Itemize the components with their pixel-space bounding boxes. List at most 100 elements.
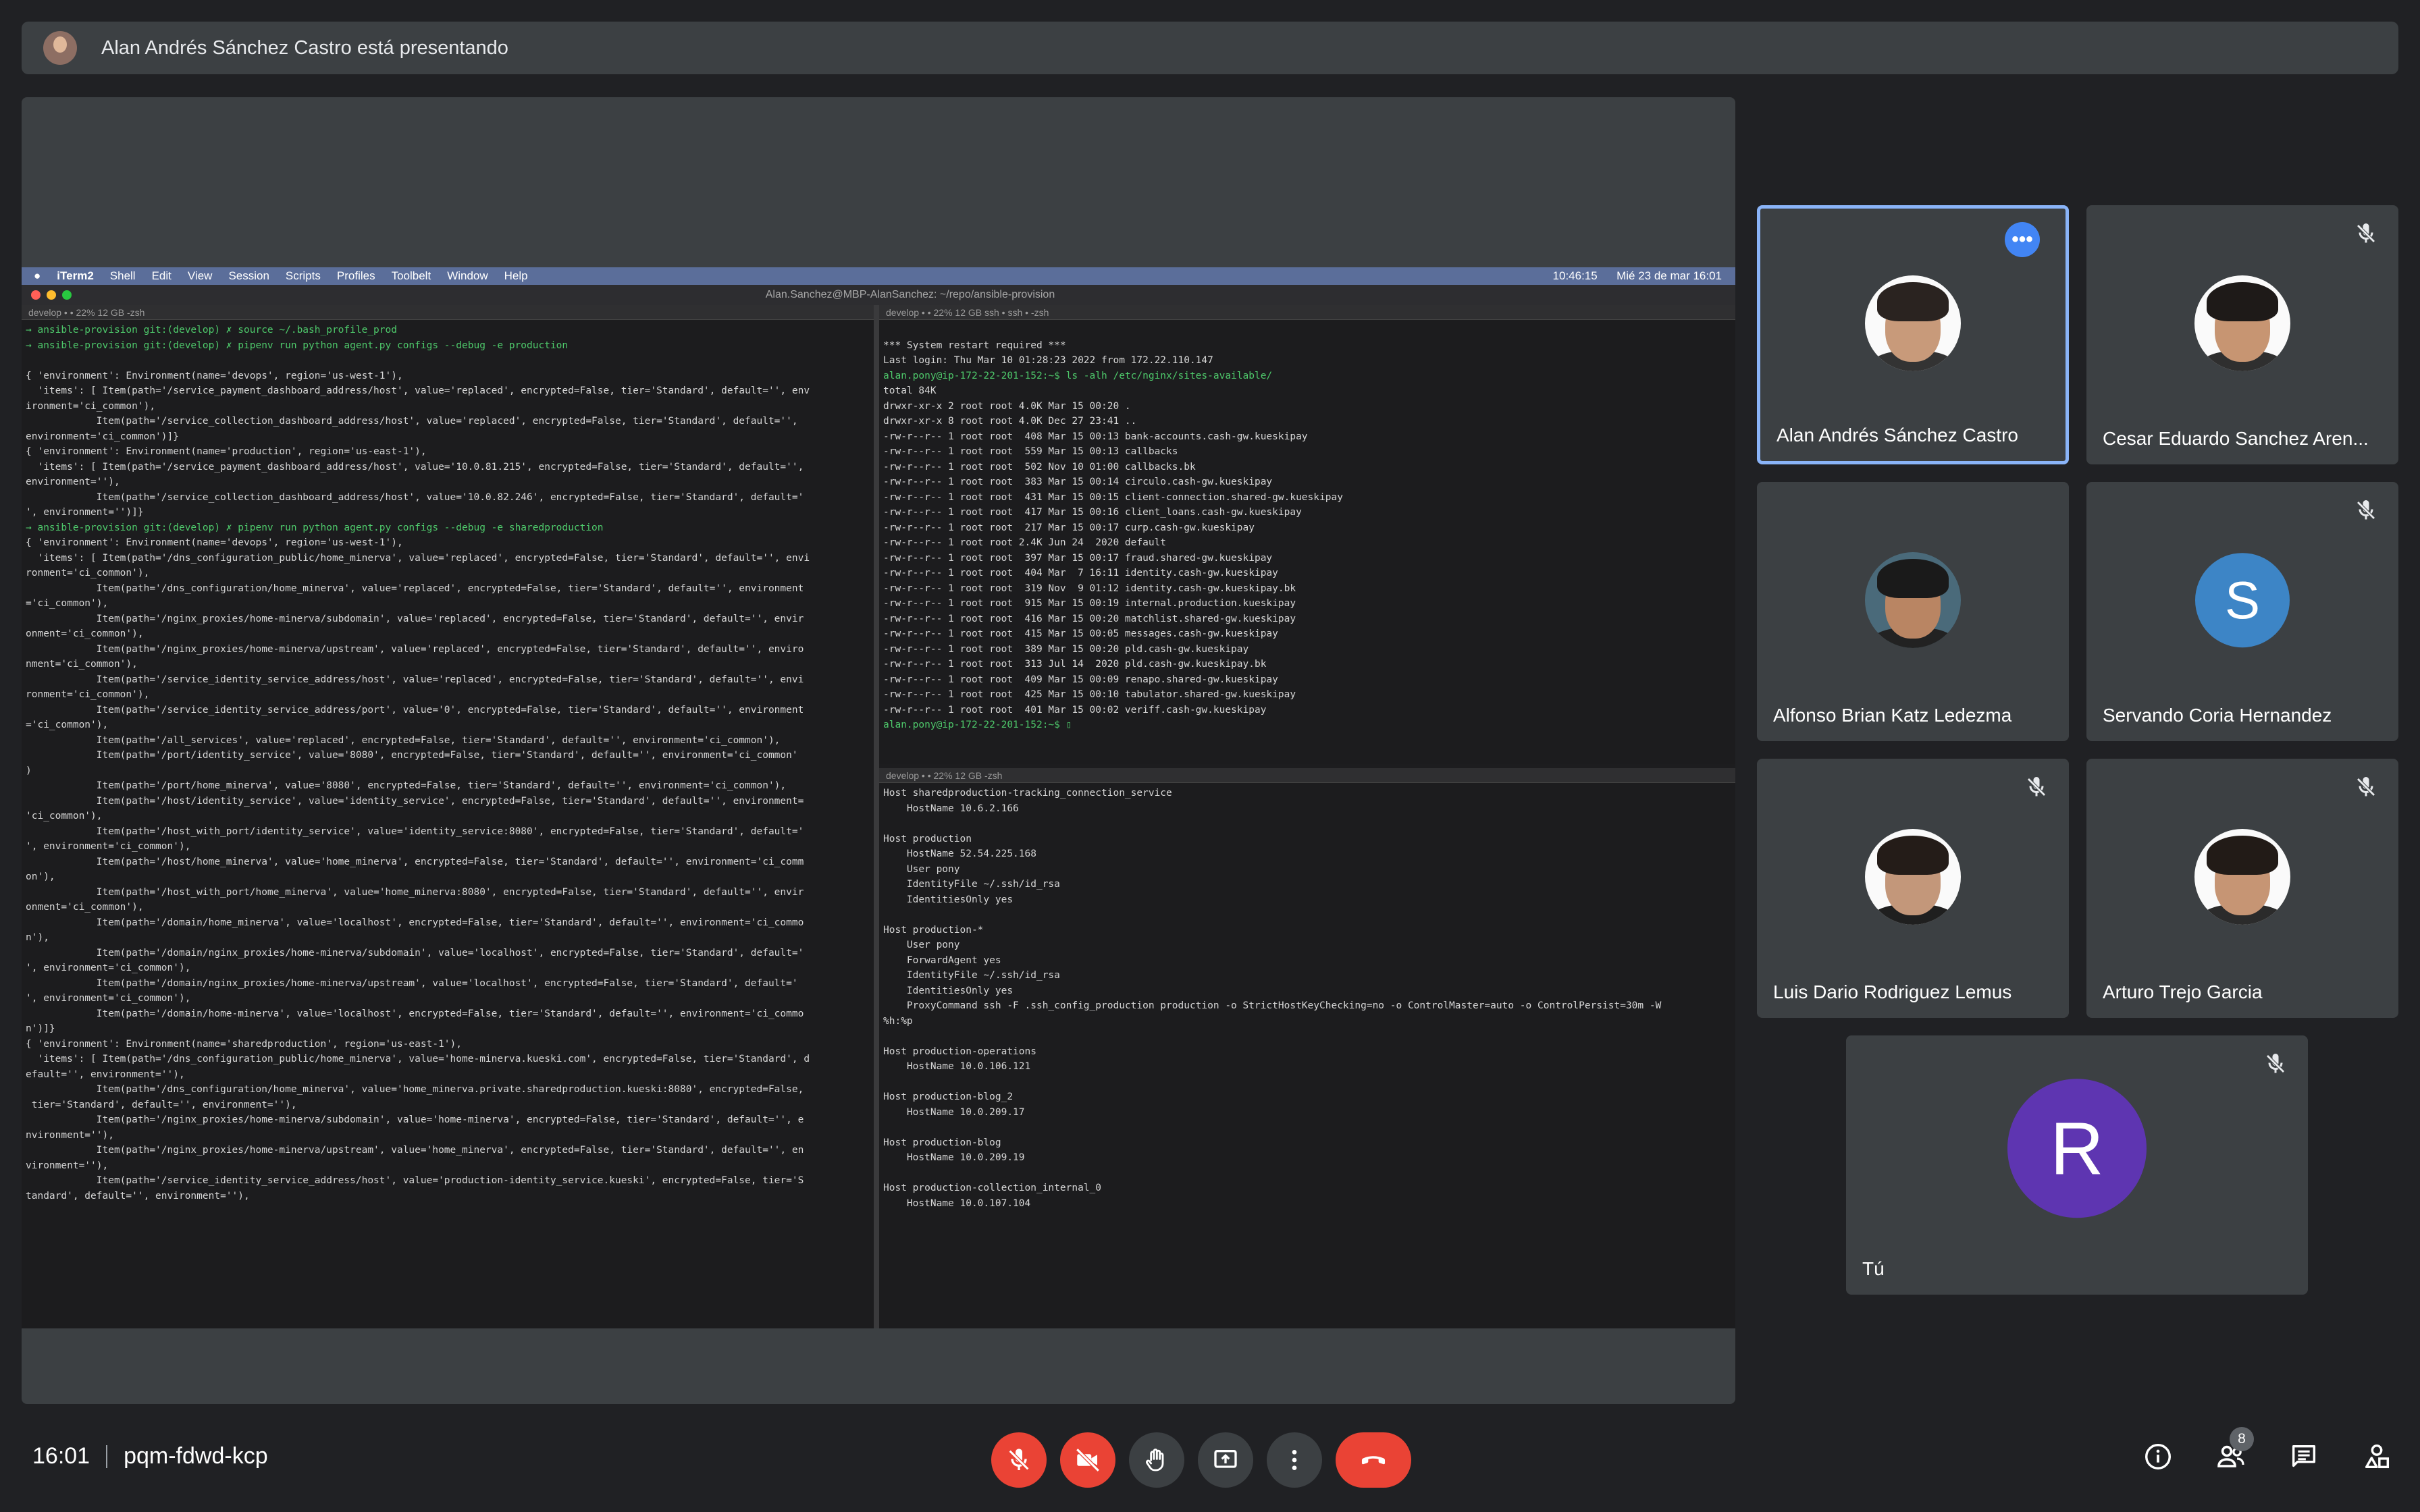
terminal-line: Item(path='/service_identity_service_add… (26, 704, 804, 716)
participant-tile[interactable]: S Servando Coria Hernandez (2086, 482, 2398, 741)
chat-button[interactable] (2285, 1438, 2323, 1476)
terminal-line: environment=''), (26, 477, 120, 487)
toggle-microphone-button[interactable] (991, 1432, 1047, 1488)
mic-off-icon (2357, 223, 2375, 243)
present-now-button[interactable] (1198, 1432, 1253, 1488)
terminal-line: ', environment='ci_common'), (26, 993, 191, 1004)
terminal-line: ', environment='')]} (26, 507, 144, 518)
terminal-line: Host production-* (883, 924, 984, 936)
window-controls (31, 290, 72, 300)
terminal-line: 'items': [ Item(path='/dns_configuration… (26, 1054, 810, 1064)
more-options-icon[interactable]: ••• (2005, 222, 2040, 257)
terminal-line: -rw-r--r-- 1 root root 217 Mar 15 00:17 … (883, 522, 1255, 533)
terminal-line: -rw-r--r-- 1 root root 431 Mar 15 00:15 … (883, 491, 1343, 503)
menu-bar-status: 10:46:15 Mié 23 de mar 16:01 (1553, 269, 1735, 283)
avatar-initial: R (2007, 1079, 2147, 1218)
menu-item: Session (228, 269, 269, 282)
right-bottom-pane-status: develop • • 22% 12 GB -zsh (879, 768, 1735, 783)
participant-tile[interactable]: Arturo Trejo Garcia (2086, 759, 2398, 1018)
terminal-line: -rw-r--r-- 1 root root 409 Mar 15 00:09 … (883, 674, 1278, 685)
terminal-line: Item(path='/nginx_proxies/home-minerva/u… (26, 1145, 804, 1156)
right-top-pane-output: *** System restart required *** Last logi… (879, 320, 1735, 736)
participant-tile[interactable]: Alfonso Brian Katz Ledezma (1757, 482, 2069, 741)
terminal-line: → ansible-provision git:(develop) ✗ pipe… (26, 340, 569, 351)
avatar (1865, 828, 1961, 925)
meeting-code: pqm-fdwd-kcp (124, 1443, 268, 1469)
call-controls (991, 1432, 1411, 1488)
more-vert-icon (1292, 1450, 1297, 1470)
right-top-terminal-pane: develop • • 22% 12 GB ssh • ssh • -zsh *… (879, 305, 1735, 764)
terminal-line: ='ci_common'), (26, 720, 109, 730)
participant-tile[interactable]: Luis Dario Rodriguez Lemus (1757, 759, 2069, 1018)
avatar (1865, 551, 1961, 648)
terminal-line: Host production-blog_2 (883, 1091, 1014, 1102)
pane-divider (874, 305, 879, 1328)
people-button[interactable]: 8 (2212, 1427, 2254, 1476)
close-dot-icon (31, 290, 41, 300)
terminal-line: onment='ci_common'), (26, 628, 144, 639)
terminal-line: Item(path='/all_services', value='replac… (26, 734, 781, 746)
terminal-line: -rw-r--r-- 1 root root 425 Mar 15 00:10 … (883, 689, 1296, 700)
right-bottom-pane-output: Host sharedproduction-tracking_connectio… (879, 783, 1735, 1214)
menu-item: Shell (109, 269, 136, 282)
mic-off-icon (2027, 777, 2046, 796)
menu-item: Scripts (285, 269, 321, 282)
terminal-line: ForwardAgent yes (883, 954, 1001, 966)
terminal-line: -rw-r--r-- 1 root root 401 Mar 15 00:02 … (883, 704, 1267, 716)
terminal-line: 'ci_common'), (26, 811, 103, 821)
terminal-line: IdentitiesOnly yes (883, 985, 1014, 996)
menu-item: Profiles (336, 269, 375, 282)
meeting-control-bar: 16:01 pqm-fdwd-kcp 8 (0, 1404, 2420, 1512)
terminal-line: n')]} (26, 1023, 55, 1034)
self-tile[interactable]: R Tú (1846, 1035, 2308, 1295)
terminal-line: -rw-r--r-- 1 root root 397 Mar 15 00:17 … (883, 552, 1273, 564)
terminal-line: vironment=''), (26, 1160, 109, 1171)
camera-off-icon (1076, 1448, 1100, 1472)
more-options-button[interactable] (1267, 1432, 1322, 1488)
menu-bar-small-clock: 10:46:15 (1552, 269, 1598, 282)
terminal-line: -rw-r--r-- 1 root root 319 Nov 9 01:12 i… (883, 583, 1296, 594)
left-terminal-pane: develop • • 22% 12 GB -zsh → ansible-pro… (22, 305, 874, 1328)
terminal-line: Host production-collection_internal_0 (883, 1183, 1102, 1193)
terminal-line: HostName 10.0.107.104 (883, 1197, 1031, 1209)
meeting-details-button[interactable] (2139, 1438, 2177, 1476)
terminal-line: ironment='ci_common'), (26, 400, 156, 412)
chat-icon (2292, 1444, 2316, 1467)
zoom-dot-icon (62, 290, 72, 300)
terminal-line: Host production-blog (883, 1137, 1001, 1148)
raise-hand-button[interactable] (1129, 1432, 1184, 1488)
leave-call-button[interactable] (1336, 1432, 1411, 1488)
terminal-line: Item(path='/host_with_port/identity_serv… (26, 826, 804, 837)
shared-screen-content: ● iTerm2 Shell Edit View Session Scripts… (22, 267, 1735, 1328)
terminal-line: ronment='ci_common'), (26, 568, 150, 578)
menu-item: Toolbelt (391, 269, 431, 282)
terminal-line: tandard', default='', environment=''), (26, 1190, 250, 1202)
right-bottom-terminal-pane: develop • • 22% 12 GB -zsh Host sharedpr… (879, 768, 1735, 1328)
terminal-line: nment='ci_common'), (26, 659, 138, 670)
terminal-line: ronment='ci_common'), (26, 689, 150, 700)
terminal-line: -rw-r--r-- 1 root root 389 Mar 15 00:20 … (883, 643, 1249, 655)
activities-icon (2365, 1444, 2390, 1469)
terminal-line: Item(path='/port/identity_service', valu… (26, 750, 798, 761)
terminal-line: { 'environment': Environment(name='devop… (26, 537, 403, 548)
menu-item: Window (447, 269, 488, 282)
terminal-line: Item(path='/service_collection_dashboard… (26, 416, 798, 427)
toggle-camera-button[interactable] (1060, 1432, 1115, 1488)
terminal-line: Item(path='/nginx_proxies/home-minerva/s… (26, 1114, 804, 1125)
terminal-line: { 'environment': Environment(name='devop… (26, 370, 403, 381)
terminal-line: 'items': [ Item(path='/service_payment_d… (26, 385, 810, 396)
terminal-line: HostName 10.0.106.121 (883, 1061, 1031, 1072)
left-pane-output: → ansible-provision git:(develop) ✗ sour… (22, 320, 874, 1206)
terminal-line: Item(path='/host/identity_service', valu… (26, 795, 804, 807)
participant-tile[interactable]: Cesar Eduardo Sanchez Aren... (2086, 205, 2398, 464)
terminal-line: tier='Standard', default='', environment… (26, 1099, 297, 1110)
activities-button[interactable] (2358, 1438, 2396, 1476)
participant-tile[interactable]: ••• Alan Andrés Sánchez Castro (1757, 205, 2069, 464)
menu-item: iTerm2 (57, 269, 94, 282)
terminal-line: environment='ci_common')]} (26, 431, 179, 442)
right-top-pane-status: develop • • 22% 12 GB ssh • ssh • -zsh (879, 305, 1735, 320)
hang-up-icon (1361, 1456, 1386, 1465)
terminal-line: -rw-r--r-- 1 root root 408 Mar 15 00:13 … (883, 431, 1308, 442)
